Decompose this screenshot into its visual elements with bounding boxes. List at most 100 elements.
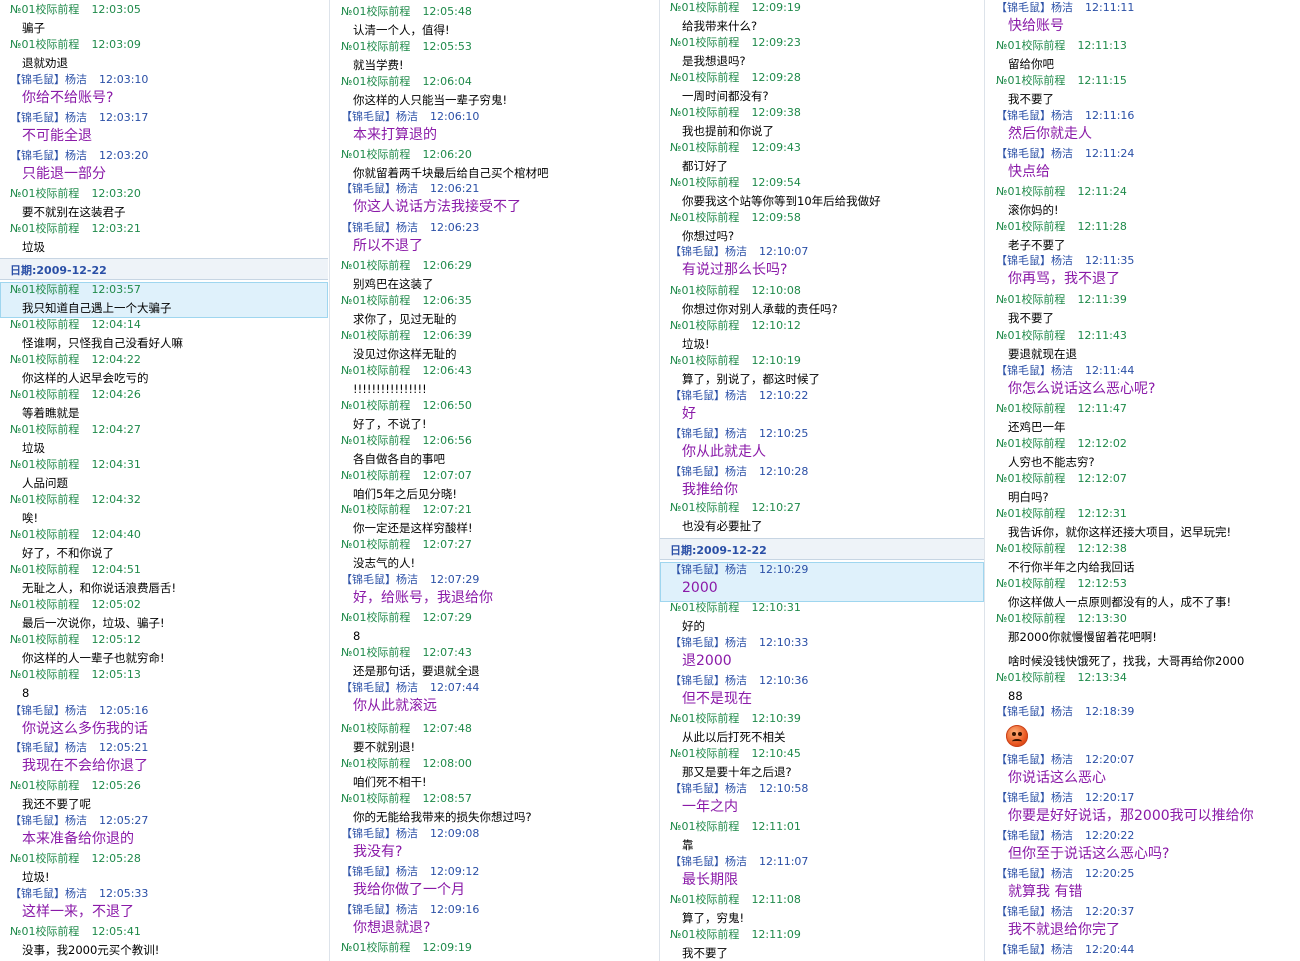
message-text: 没见过你这样无耻的 <box>353 347 457 361</box>
message-text: 你这样的人一辈子也就穷命! <box>22 651 165 665</box>
message-text: 不行你半年之内给我回话 <box>1008 560 1135 574</box>
message-header: №01校际前程 12:04:51 <box>10 563 141 577</box>
sender-name: №01校际前程 <box>670 747 740 760</box>
message-header: 【锦毛鼠】杨洁 12:09:16 <box>341 903 479 917</box>
message-text: 我现在不会给你退了 <box>22 758 148 774</box>
message-time: 12:03:09 <box>91 38 141 51</box>
message-header: №01校际前程 12:11:01 <box>670 820 801 834</box>
message-time: 12:04:26 <box>91 388 141 401</box>
message-time: 12:04:32 <box>91 493 141 506</box>
message-time: 12:10:36 <box>759 674 809 687</box>
message-time: 12:07:29 <box>422 611 472 624</box>
message-header: №01校际前程 12:04:22 <box>10 353 141 367</box>
sender-name: №01校际前程 <box>10 633 80 646</box>
sender-name: №01校际前程 <box>10 563 80 576</box>
message-time: 12:11:09 <box>751 928 801 941</box>
column-divider <box>329 0 330 961</box>
message-header: №01校际前程 12:06:43 <box>341 364 472 378</box>
message-time: 12:12:31 <box>1077 507 1127 520</box>
message-time: 12:20:22 <box>1085 829 1135 842</box>
message-text: 从此以后打死不相关 <box>682 730 786 744</box>
message-text: 2000 <box>682 580 718 596</box>
sender-name: №01校际前程 <box>10 528 80 541</box>
message-time: 12:09:58 <box>751 211 801 224</box>
message-header: 【锦毛鼠】杨洁 12:05:16 <box>10 704 148 718</box>
sender-name: №01校际前程 <box>10 598 80 611</box>
message-time: 12:03:20 <box>91 187 141 200</box>
message-header: №01校际前程 12:10:19 <box>670 354 801 368</box>
message-header: №01校际前程 12:07:27 <box>341 538 472 552</box>
message-time: 12:06:56 <box>422 434 472 447</box>
message-time: 12:11:13 <box>1077 39 1127 52</box>
message-time: 12:04:27 <box>91 423 141 436</box>
sender-name: 【锦毛鼠】杨洁 <box>341 827 418 840</box>
column-divider <box>984 0 985 961</box>
message-header: №01校际前程 12:12:38 <box>996 542 1127 556</box>
message-time: 12:07:27 <box>422 538 472 551</box>
sender-name: №01校际前程 <box>341 722 411 735</box>
message-time: 12:08:57 <box>422 792 472 805</box>
message-text: 就当学费! <box>353 58 404 72</box>
message-text: 你说这么多伤我的话 <box>22 721 148 737</box>
message-text: 快给账号 <box>1008 18 1064 34</box>
message-header: 【锦毛鼠】杨洁 12:10:58 <box>670 782 808 796</box>
message-text: 我还不要了呢 <box>22 797 91 811</box>
message-header: №01校际前程 12:13:30 <box>996 612 1127 626</box>
sender-name: 【锦毛鼠】杨洁 <box>996 109 1073 122</box>
message-header: №01校际前程 12:08:00 <box>341 757 472 771</box>
message-header: №01校际前程 12:04:31 <box>10 458 141 472</box>
message-text: !!!!!!!!!!!!!!!! <box>353 382 427 396</box>
message-time: 12:10:29 <box>759 563 809 576</box>
message-time: 12:11:44 <box>1085 364 1135 377</box>
message-header: 【锦毛鼠】杨洁 12:11:35 <box>996 254 1134 268</box>
sender-name: 【锦毛鼠】杨洁 <box>341 221 418 234</box>
message-text: 算了，穷鬼! <box>682 911 745 925</box>
message-time: 12:07:29 <box>430 573 480 586</box>
sender-name: №01校际前程 <box>996 220 1066 233</box>
message-text: 别鸡巴在这装了 <box>353 277 434 291</box>
message-time: 12:20:44 <box>1085 943 1135 956</box>
sender-name: №01校际前程 <box>10 38 80 51</box>
message-header: 【锦毛鼠】杨洁 12:10:28 <box>670 465 808 479</box>
message-text: 你这样的人迟早会吃亏的 <box>22 371 149 385</box>
message-header: 【锦毛鼠】杨洁 12:09:12 <box>341 865 479 879</box>
message-text: 我不要了 <box>682 946 728 960</box>
sender-name: №01校际前程 <box>341 646 411 659</box>
message-text: 你再骂，我不退了 <box>1008 271 1120 287</box>
sender-name: 【锦毛鼠】杨洁 <box>996 943 1073 956</box>
message-header: №01校际前程 12:09:38 <box>670 106 801 120</box>
message-header: №01校际前程 12:07:21 <box>341 503 472 517</box>
message-time: 12:12:38 <box>1077 542 1127 555</box>
message-time: 12:05:21 <box>99 741 149 754</box>
message-text: 本来打算退的 <box>353 127 437 143</box>
message-text: 都订好了 <box>682 159 728 173</box>
sender-name: №01校际前程 <box>996 74 1066 87</box>
message-time: 12:06:43 <box>422 364 472 377</box>
sender-name: 【锦毛鼠】杨洁 <box>996 829 1073 842</box>
message-header: №01校际前程 12:05:26 <box>10 779 141 793</box>
message-header: №01校际前程 12:06:04 <box>341 75 472 89</box>
message-header: 【锦毛鼠】杨洁 12:20:37 <box>996 905 1134 919</box>
message-header: №01校际前程 12:10:27 <box>670 501 801 515</box>
message-text: 求你了，见过无耻的 <box>353 312 457 326</box>
message-header: №01校际前程 12:05:02 <box>10 598 141 612</box>
message-header: №01校际前程 12:11:43 <box>996 329 1127 343</box>
sender-name: №01校际前程 <box>996 329 1066 342</box>
message-header: №01校际前程 12:11:28 <box>996 220 1127 234</box>
message-header: 【锦毛鼠】杨洁 12:10:29 <box>670 563 808 577</box>
message-text: 怪谁啊，只怪我自己没看好人嘛 <box>22 336 183 350</box>
message-text: 等着瞧就是 <box>22 406 80 420</box>
sender-name: №01校际前程 <box>670 319 740 332</box>
message-time: 12:05:02 <box>91 598 141 611</box>
message-text: 你给不给账号? <box>22 90 114 106</box>
sender-name: 【锦毛鼠】杨洁 <box>670 782 747 795</box>
message-header: №01校际前程 12:05:53 <box>341 40 472 54</box>
message-header: 【锦毛鼠】杨洁 12:11:44 <box>996 364 1134 378</box>
message-time: 12:04:14 <box>91 318 141 331</box>
message-text: 没志气的人! <box>353 556 416 570</box>
message-time: 12:09:19 <box>422 941 472 954</box>
message-header: 【锦毛鼠】杨洁 12:06:10 <box>341 110 479 124</box>
sender-name: №01校际前程 <box>341 75 411 88</box>
sender-name: 【锦毛鼠】杨洁 <box>670 427 747 440</box>
message-time: 12:11:07 <box>759 855 809 868</box>
